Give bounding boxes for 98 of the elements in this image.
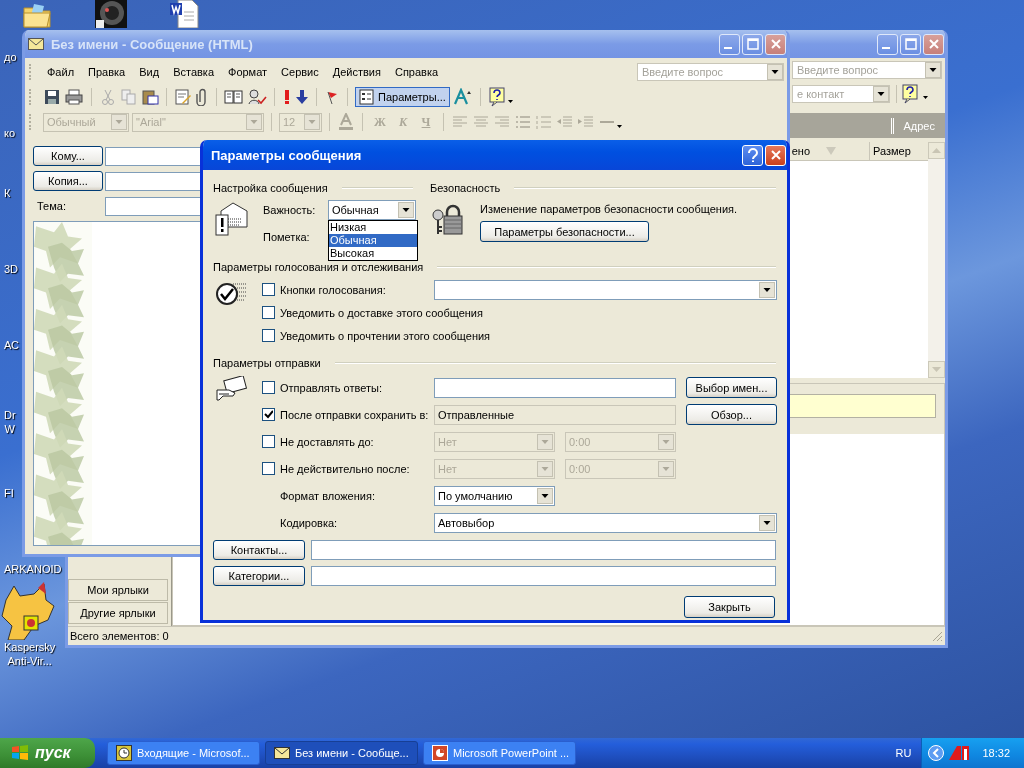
security-settings-button[interactable]: Параметры безопасности...	[480, 221, 649, 242]
envelope-icon	[28, 38, 44, 50]
select-dropdown[interactable]: Автовыбор	[434, 512, 777, 533]
dropdown-option[interactable]: Обычная	[329, 234, 417, 247]
section-heading: Параметры отправки	[213, 357, 321, 369]
checkbox[interactable]	[262, 306, 275, 319]
select-dropdown[interactable]: По умолчанию	[434, 485, 555, 506]
action-button[interactable]: Выбор имен...	[686, 377, 777, 398]
link-button[interactable]: Контакты...	[213, 540, 305, 560]
paperclip-icon[interactable]	[195, 88, 209, 106]
dropdown-option[interactable]: Высокая	[329, 247, 417, 260]
maximize-icon	[746, 38, 759, 50]
minimize-icon	[723, 47, 732, 49]
input-field[interactable]	[434, 377, 676, 398]
checkmark-list-icon	[215, 280, 249, 308]
importance-dropdown[interactable]: Обычная	[328, 200, 416, 220]
help-icon[interactable]	[487, 87, 516, 107]
help-icon[interactable]	[901, 84, 931, 104]
column-header[interactable]: Размер	[870, 142, 928, 160]
dropdown-option[interactable]: Низкая	[329, 221, 417, 234]
taskbar-button[interactable]: Без имени - Сообще...	[265, 741, 418, 765]
graphics-card-icon[interactable]	[948, 745, 971, 761]
clock: 18:32	[982, 747, 1010, 759]
subject-label: Тема:	[36, 200, 67, 212]
link-button[interactable]: Категории...	[213, 566, 305, 586]
window-title: Без имени - Сообщение (HTML)	[51, 36, 253, 52]
field-label: Формат вложения:	[280, 489, 376, 502]
check-names-icon[interactable]	[247, 88, 267, 106]
lock-keys-icon	[430, 203, 464, 237]
chevron-left-icon[interactable]	[928, 745, 945, 761]
section-heading: Параметры голосования и отслеживания	[213, 261, 424, 273]
paste-icon[interactable]	[141, 88, 159, 106]
checkbox-label[interactable]: Отправлять ответы:	[280, 381, 434, 394]
checkbox-label[interactable]: Кнопки голосования:	[280, 283, 434, 296]
close-dialog-button[interactable]: Закрыть	[684, 596, 775, 618]
section-heading: Безопасность	[430, 182, 501, 194]
down-arrow-icon[interactable]	[295, 88, 309, 106]
font-size-icon[interactable]	[452, 88, 473, 106]
envelope-icon	[274, 747, 290, 759]
desktop-icon-label[interactable]: К	[4, 186, 11, 200]
input-field[interactable]	[311, 540, 776, 560]
resize-grip-icon[interactable]	[931, 630, 943, 642]
menu-item[interactable]: Правка	[81, 66, 133, 78]
start-button[interactable]: пуск	[0, 738, 95, 768]
document-icon[interactable]	[170, 0, 200, 28]
menu-item[interactable]: Вид	[132, 66, 167, 78]
language-indicator[interactable]: RU	[895, 747, 912, 759]
importance-label: Важность:	[263, 204, 317, 216]
address-button[interactable]: Копия...	[33, 171, 103, 191]
checkbox[interactable]	[262, 329, 275, 342]
close-icon	[769, 149, 782, 161]
checkbox[interactable]	[262, 381, 275, 394]
checkbox[interactable]	[262, 283, 275, 296]
taskbar-button[interactable]: Microsoft PowerPoint ...	[423, 741, 576, 765]
desktop-icon-label[interactable]: FI	[4, 486, 14, 500]
desktop-icon-label[interactable]: 3D	[4, 262, 19, 276]
field-label: Кодировка:	[280, 516, 339, 529]
minimize-icon	[881, 47, 890, 49]
security-description: Изменение параметров безопасности сообщения.	[480, 203, 738, 215]
options-icon	[359, 89, 375, 105]
close-icon	[927, 38, 940, 50]
slides-icon	[432, 745, 448, 761]
options-button[interactable]: Параметры...	[355, 87, 450, 107]
exclamation-icon[interactable]	[282, 88, 292, 106]
envelope-importance-icon	[215, 201, 249, 237]
windows-flag-icon	[10, 744, 30, 762]
menu-item[interactable]: Справка	[387, 66, 446, 78]
help-icon	[746, 148, 759, 162]
desktop-icon-label[interactable]: АС	[4, 338, 20, 352]
input-field[interactable]	[311, 566, 776, 586]
sort-icon	[826, 147, 836, 155]
section-heading: Настройка сообщения	[213, 182, 328, 194]
checkbox-label[interactable]: Уведомить о прочтении этого сообщения	[280, 329, 777, 342]
clock-icon	[116, 745, 132, 761]
desktop-icon-label[interactable]: до	[4, 50, 17, 64]
close-icon	[769, 38, 782, 50]
menu-item[interactable]: Вставка	[166, 66, 221, 78]
shortcut-button[interactable]: Мои ярлыки	[68, 579, 168, 601]
address-book-icon[interactable]	[224, 88, 244, 106]
shortcut-button[interactable]: Другие ярлыки	[68, 602, 168, 624]
menu-item[interactable]: Сервис	[274, 66, 326, 78]
status-text: Всего элементов: 0	[70, 630, 169, 642]
flag-label: Пометка:	[263, 231, 311, 243]
edit-document-icon[interactable]	[174, 88, 192, 106]
maximize-icon	[904, 38, 917, 50]
menu-item[interactable]: Файл	[40, 66, 82, 78]
address-button[interactable]: Кому...	[33, 146, 103, 166]
desktop-icon-label[interactable]: ко	[4, 126, 16, 140]
checkbox-label[interactable]: Уведомить о доставке этого сообщения	[280, 306, 777, 319]
print-icon[interactable]	[64, 88, 84, 106]
sending-hand-icon	[215, 376, 249, 402]
taskbar-button[interactable]: Входящие - Microsof...	[107, 741, 260, 765]
desktop-icon-label[interactable]: Dr W	[4, 408, 16, 436]
help-button[interactable]	[742, 144, 763, 166]
save-icon[interactable]	[43, 88, 61, 106]
menu-item[interactable]: Формат	[221, 66, 275, 78]
dialog-title: Параметры сообщения	[211, 147, 362, 163]
menu-item[interactable]: Действия	[325, 66, 388, 78]
